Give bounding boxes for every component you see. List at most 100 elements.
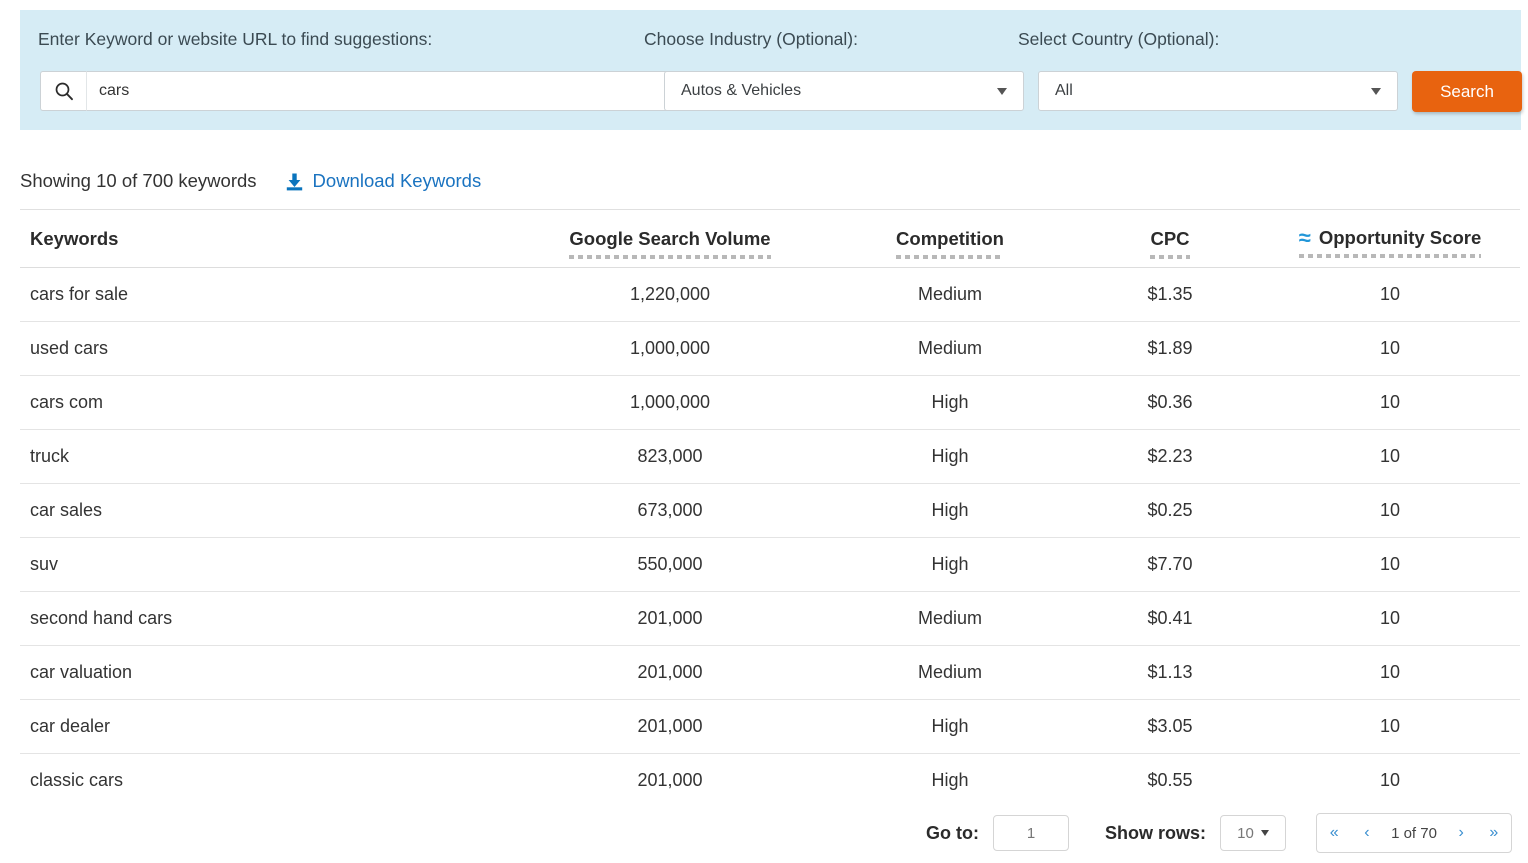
cell-opportunity: 10 (1260, 754, 1520, 808)
industry-selected-value: Autos & Vehicles (681, 82, 989, 100)
country-field-group: Select Country (Optional): (1018, 28, 1378, 50)
chevron-down-icon (1371, 88, 1381, 95)
search-icon[interactable] (40, 71, 86, 111)
cell-keyword: car valuation (20, 646, 520, 700)
pagination-control: « ‹ 1 of 70 › » (1316, 813, 1512, 853)
last-page-button[interactable]: » (1485, 824, 1502, 842)
cell-cpc: $1.13 (1080, 646, 1260, 700)
cell-keyword: truck (20, 430, 520, 484)
chevron-down-icon (1261, 830, 1269, 836)
cell-keyword: car dealer (20, 700, 520, 754)
cell-volume: 1,000,000 (520, 322, 820, 376)
cell-keyword: cars com (20, 376, 520, 430)
cell-keyword: second hand cars (20, 592, 520, 646)
cell-opportunity: 10 (1260, 538, 1520, 592)
cell-opportunity: 10 (1260, 268, 1520, 322)
industry-field-group: Choose Industry (Optional): (644, 28, 1004, 50)
cell-keyword: suv (20, 538, 520, 592)
cell-cpc: $1.35 (1080, 268, 1260, 322)
column-header-volume-label: Google Search Volume (569, 228, 770, 250)
search-input[interactable] (86, 71, 676, 111)
showing-count-text: Showing 10 of 700 keywords (20, 170, 257, 192)
cell-opportunity: 10 (1260, 484, 1520, 538)
show-rows-label: Show rows: (1105, 823, 1206, 844)
cell-cpc: $0.25 (1080, 484, 1260, 538)
show-rows-select[interactable]: 10 (1220, 815, 1286, 851)
industry-label: Choose Industry (Optional): (644, 28, 1004, 50)
cell-opportunity: 10 (1260, 322, 1520, 376)
search-panel: Enter Keyword or website URL to find sug… (20, 10, 1521, 130)
keyword-label: Enter Keyword or website URL to find sug… (38, 28, 678, 50)
cell-volume: 201,000 (520, 754, 820, 808)
cell-cpc: $0.41 (1080, 592, 1260, 646)
cell-opportunity: 10 (1260, 376, 1520, 430)
cell-volume: 201,000 (520, 700, 820, 754)
cell-competition: High (820, 538, 1080, 592)
cell-volume: 550,000 (520, 538, 820, 592)
cell-keyword: cars for sale (20, 268, 520, 322)
column-header-cpc[interactable]: CPC (1080, 210, 1260, 268)
table-row[interactable]: classic cars201,000High$0.5510 (20, 754, 1520, 808)
cell-competition: High (820, 484, 1080, 538)
table-row[interactable]: truck823,000High$2.2310 (20, 430, 1520, 484)
column-header-keywords-label: Keywords (30, 228, 118, 250)
show-rows-value: 10 (1237, 825, 1254, 842)
previous-page-button[interactable]: ‹ (1360, 824, 1373, 842)
download-keywords-label: Download Keywords (313, 170, 482, 192)
column-header-opportunity-label: Opportunity Score (1319, 227, 1481, 249)
country-select[interactable]: All (1038, 71, 1398, 111)
table-row[interactable]: cars com1,000,000High$0.3610 (20, 376, 1520, 430)
cell-cpc: $0.55 (1080, 754, 1260, 808)
cell-keyword: used cars (20, 322, 520, 376)
column-header-competition[interactable]: Competition (820, 210, 1080, 268)
cell-competition: Medium (820, 592, 1080, 646)
search-button[interactable]: Search (1412, 71, 1522, 112)
column-header-keywords[interactable]: Keywords (20, 210, 520, 268)
cell-cpc: $2.23 (1080, 430, 1260, 484)
table-header: Keywords Google Search Volume Competitio… (20, 210, 1520, 268)
cell-competition: Medium (820, 268, 1080, 322)
goto-label: Go to: (926, 823, 979, 844)
cell-competition: High (820, 376, 1080, 430)
cell-competition: Medium (820, 322, 1080, 376)
cell-keyword: classic cars (20, 754, 520, 808)
first-page-button[interactable]: « (1326, 824, 1343, 842)
cell-volume: 1,220,000 (520, 268, 820, 322)
table-row[interactable]: car valuation201,000Medium$1.1310 (20, 646, 1520, 700)
table-body: cars for sale1,220,000Medium$1.3510used … (20, 268, 1520, 808)
cell-cpc: $1.89 (1080, 322, 1260, 376)
column-header-opportunity-score[interactable]: ≈ Opportunity Score (1260, 210, 1520, 268)
download-keywords-link[interactable]: Download Keywords (285, 170, 482, 192)
cell-volume: 201,000 (520, 592, 820, 646)
table-row[interactable]: car sales673,000High$0.2510 (20, 484, 1520, 538)
cell-competition: High (820, 430, 1080, 484)
cell-competition: Medium (820, 646, 1080, 700)
cell-opportunity: 10 (1260, 700, 1520, 754)
table-row[interactable]: used cars1,000,000Medium$1.8910 (20, 322, 1520, 376)
cell-opportunity: 10 (1260, 646, 1520, 700)
keywords-table: Keywords Google Search Volume Competitio… (20, 209, 1520, 808)
cell-volume: 1,000,000 (520, 376, 820, 430)
table-row[interactable]: car dealer201,000High$3.0510 (20, 700, 1520, 754)
download-icon (285, 172, 304, 191)
cell-competition: High (820, 700, 1080, 754)
next-page-button[interactable]: › (1454, 824, 1467, 842)
cell-opportunity: 10 (1260, 592, 1520, 646)
goto-page-input[interactable] (993, 815, 1069, 851)
page-status: 1 of 70 (1391, 825, 1437, 842)
wave-icon: ≈ (1299, 227, 1311, 249)
cell-cpc: $0.36 (1080, 376, 1260, 430)
table-row[interactable]: cars for sale1,220,000Medium$1.3510 (20, 268, 1520, 322)
cell-cpc: $7.70 (1080, 538, 1260, 592)
column-header-cpc-label: CPC (1150, 228, 1189, 250)
table-row[interactable]: suv550,000High$7.7010 (20, 538, 1520, 592)
column-header-competition-label: Competition (896, 228, 1004, 250)
industry-select[interactable]: Autos & Vehicles (664, 71, 1024, 111)
column-header-google-search-volume[interactable]: Google Search Volume (520, 210, 820, 268)
results-meta: Showing 10 of 700 keywords Download Keyw… (20, 168, 481, 194)
table-row[interactable]: second hand cars201,000Medium$0.4110 (20, 592, 1520, 646)
country-selected-value: All (1055, 82, 1363, 100)
cell-opportunity: 10 (1260, 430, 1520, 484)
cell-cpc: $3.05 (1080, 700, 1260, 754)
table-header-row: Keywords Google Search Volume Competitio… (20, 210, 1520, 268)
